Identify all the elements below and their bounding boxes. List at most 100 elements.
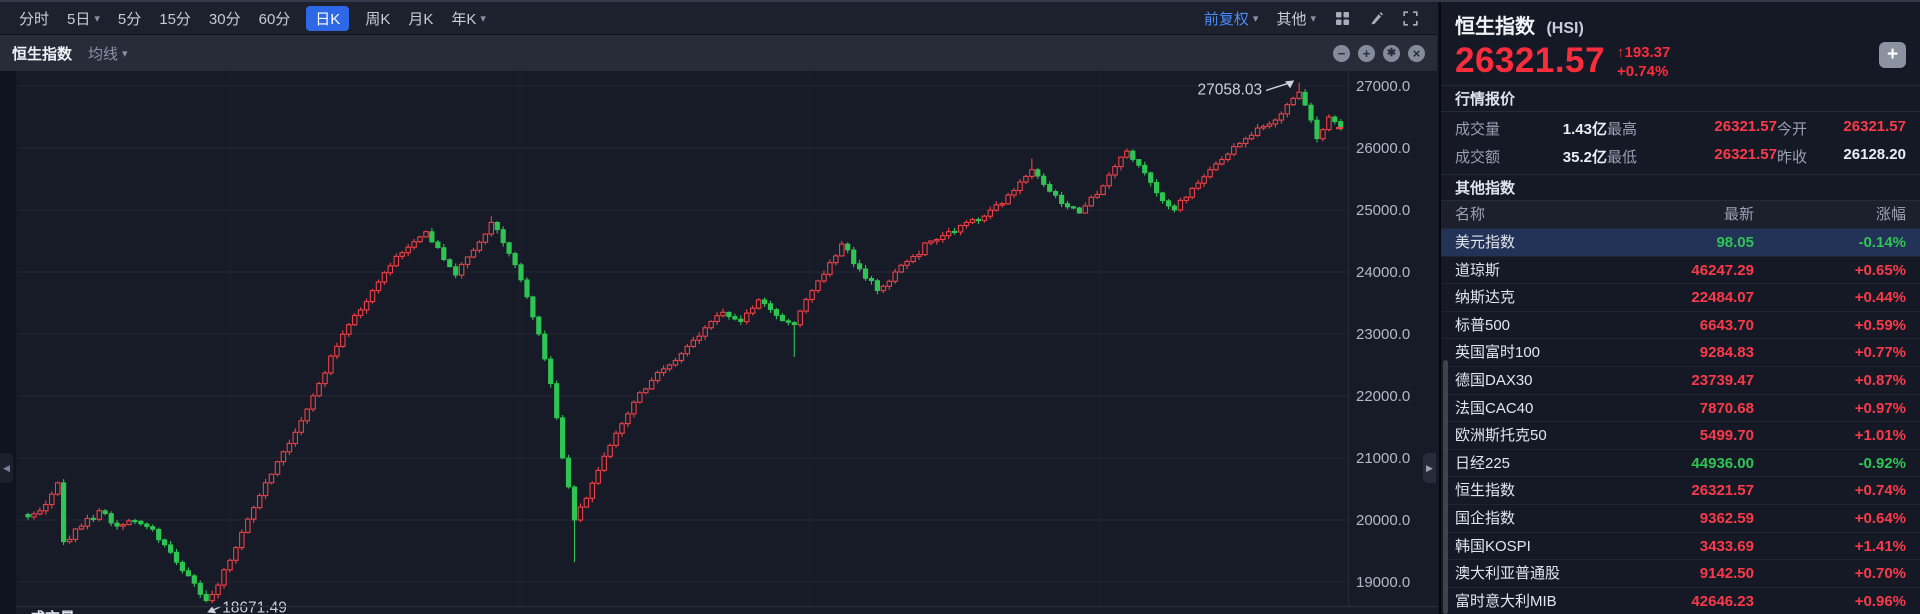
- chevron-down-icon: ▾: [480, 12, 486, 25]
- add-to-watchlist-button[interactable]: +: [1879, 42, 1906, 68]
- index-name: 韩国KOSPI: [1455, 533, 1604, 561]
- index-name: 澳大利亚普通股: [1455, 560, 1604, 588]
- index-last: 22484.07: [1604, 284, 1754, 312]
- index-row[interactable]: 韩国KOSPI3433.69+1.41%: [1441, 533, 1920, 561]
- index-pct: +1.41%: [1754, 533, 1906, 561]
- period-tab[interactable]: 5日▾: [67, 8, 100, 29]
- period-tab[interactable]: 月K: [408, 8, 433, 29]
- grid-layout-icon[interactable]: [1334, 10, 1350, 26]
- close-icon[interactable]: ×: [1408, 45, 1425, 62]
- index-name: 欧洲斯托克50: [1455, 422, 1604, 450]
- index-name: 纳斯达克: [1455, 284, 1604, 312]
- svg-text:21000.0: 21000.0: [1356, 450, 1410, 467]
- other-dropdown[interactable]: 其他 ▾: [1276, 8, 1316, 29]
- volume-pane-label: 成交量: [30, 609, 75, 614]
- panel-scrollbar[interactable]: [1443, 360, 1448, 614]
- chart-subbar: 恒生指数 均线 ▾ − + ✱ ×: [0, 35, 1437, 71]
- svg-text:19000.0: 19000.0: [1356, 574, 1410, 591]
- index-row[interactable]: 道琼斯46247.29+0.65%: [1441, 257, 1920, 285]
- other-label: 其他: [1276, 8, 1306, 29]
- index-name: 英国富时100: [1455, 339, 1604, 367]
- draw-brush-icon[interactable]: [1368, 10, 1384, 26]
- index-pct: +0.87%: [1754, 367, 1906, 395]
- index-row[interactable]: 标普5006643.70+0.59%: [1441, 312, 1920, 340]
- indices-table: 美元指数98.05-0.14%道琼斯46247.29+0.65%纳斯达克2248…: [1441, 229, 1920, 614]
- period-tab[interactable]: 日K: [306, 6, 349, 31]
- col-pct-header[interactable]: 涨幅: [1754, 201, 1906, 229]
- index-pct: +0.97%: [1754, 395, 1906, 423]
- price-change: ↑193.37: [1617, 43, 1670, 62]
- index-name: 法国CAC40: [1455, 395, 1604, 423]
- index-pct: +1.01%: [1754, 422, 1906, 450]
- chevron-down-icon: ▾: [94, 12, 100, 25]
- period-tab[interactable]: 30分: [209, 8, 241, 29]
- period-tab[interactable]: 15分: [159, 8, 191, 29]
- index-row[interactable]: 澳大利亚普通股9142.50+0.70%: [1441, 560, 1920, 588]
- index-row[interactable]: 富时意大利MIB42646.23+0.96%: [1441, 588, 1920, 614]
- index-row[interactable]: 英国富时1009284.83+0.77%: [1441, 339, 1920, 367]
- index-pct: -0.92%: [1754, 450, 1906, 478]
- last-price: 26321.57: [1455, 41, 1605, 81]
- index-pct: +0.65%: [1754, 257, 1906, 285]
- adjust-mode-label: 前复权: [1204, 8, 1249, 29]
- zoom-out-icon[interactable]: −: [1333, 45, 1350, 62]
- chart-symbol-label: 恒生指数: [12, 43, 72, 64]
- period-tab[interactable]: 周K: [365, 8, 390, 29]
- svg-text:27058.03: 27058.03: [1198, 81, 1263, 98]
- col-last-header[interactable]: 最新: [1604, 201, 1754, 229]
- quote-value: 1.43亿: [1525, 118, 1607, 139]
- index-pct: +0.44%: [1754, 284, 1906, 312]
- index-row[interactable]: 国企指数9362.59+0.64%: [1441, 505, 1920, 533]
- index-name: 标普500: [1455, 312, 1604, 340]
- index-row[interactable]: 恒生指数26321.57+0.74%: [1441, 477, 1920, 505]
- index-row[interactable]: 美元指数98.05-0.14%: [1441, 229, 1920, 257]
- index-last: 23739.47: [1604, 367, 1754, 395]
- kline-chart[interactable]: 27000.026000.025000.024000.023000.022000…: [0, 71, 1437, 614]
- svg-text:22000.0: 22000.0: [1356, 388, 1410, 405]
- quote-label: 今开: [1777, 118, 1835, 139]
- index-last: 9362.59: [1604, 505, 1754, 533]
- chart-annotations: 27058.0318671.49: [207, 80, 1294, 614]
- chart-area: 分时 5日▾ 5分 15分 30分 60分日K 周K 月K 年K▾ 前复权 ▾ 其他 ▾: [0, 2, 1437, 614]
- quote-panel: 恒生指数 (HSI) 26321.57 ↑193.37 +0.74% + 行情报…: [1439, 2, 1920, 614]
- index-code: (HSI): [1546, 20, 1583, 37]
- period-tab[interactable]: 5分: [118, 8, 141, 29]
- section-indices-title: 其他指数: [1441, 174, 1920, 201]
- index-title: 恒生指数: [1455, 16, 1535, 38]
- index-pct: +0.70%: [1754, 560, 1906, 588]
- index-row[interactable]: 纳斯达克22484.07+0.44%: [1441, 284, 1920, 312]
- period-tab[interactable]: 分时: [19, 8, 49, 29]
- period-tab[interactable]: 60分: [259, 8, 291, 29]
- fullscreen-icon[interactable]: [1402, 10, 1418, 26]
- chevron-down-icon: ▾: [1310, 12, 1316, 25]
- quote-value: 26321.57: [1835, 118, 1906, 139]
- quote-value: 26321.57: [1667, 146, 1777, 167]
- index-name: 富时意大利MIB: [1455, 588, 1604, 614]
- index-last: 6643.70: [1604, 312, 1754, 340]
- svg-text:20000.0: 20000.0: [1356, 512, 1410, 529]
- index-row[interactable]: 欧洲斯托克505499.70+1.01%: [1441, 422, 1920, 450]
- period-tabs: 分时 5日▾ 5分 15分 30分 60分日K 周K 月K 年K▾: [10, 6, 495, 31]
- index-row[interactable]: 法国CAC407870.68+0.97%: [1441, 395, 1920, 423]
- quote-label: 最高: [1607, 118, 1667, 139]
- svg-text:26000.0: 26000.0: [1356, 140, 1410, 157]
- index-row[interactable]: 日经22544936.00-0.92%: [1441, 450, 1920, 478]
- col-name-header[interactable]: 名称: [1455, 201, 1604, 229]
- quote-label: 成交量: [1455, 118, 1525, 139]
- left-panel-toggle[interactable]: ◀: [0, 453, 13, 483]
- candlestick-svg[interactable]: 27000.026000.025000.024000.023000.022000…: [0, 71, 1437, 614]
- right-panel-toggle[interactable]: ▶: [1423, 453, 1436, 483]
- quote-label: 最低: [1607, 146, 1667, 167]
- index-pct: +0.64%: [1754, 505, 1906, 533]
- ma-dropdown[interactable]: 均线 ▾: [88, 43, 128, 64]
- zoom-in-icon[interactable]: +: [1358, 45, 1375, 62]
- adjust-mode-dropdown[interactable]: 前复权 ▾: [1204, 8, 1259, 29]
- chevron-down-icon: ▾: [1253, 12, 1259, 25]
- settings-gear-icon[interactable]: ✱: [1383, 45, 1400, 62]
- stock-app-window: 分时 5日▾ 5分 15分 30分 60分日K 周K 月K 年K▾ 前复权 ▾ 其他 ▾: [0, 0, 1920, 614]
- period-tab[interactable]: 年K▾: [451, 8, 486, 29]
- index-row[interactable]: 德国DAX3023739.47+0.87%: [1441, 367, 1920, 395]
- index-pct: +0.74%: [1754, 477, 1906, 505]
- svg-text:23000.0: 23000.0: [1356, 326, 1410, 343]
- index-last: 9284.83: [1604, 339, 1754, 367]
